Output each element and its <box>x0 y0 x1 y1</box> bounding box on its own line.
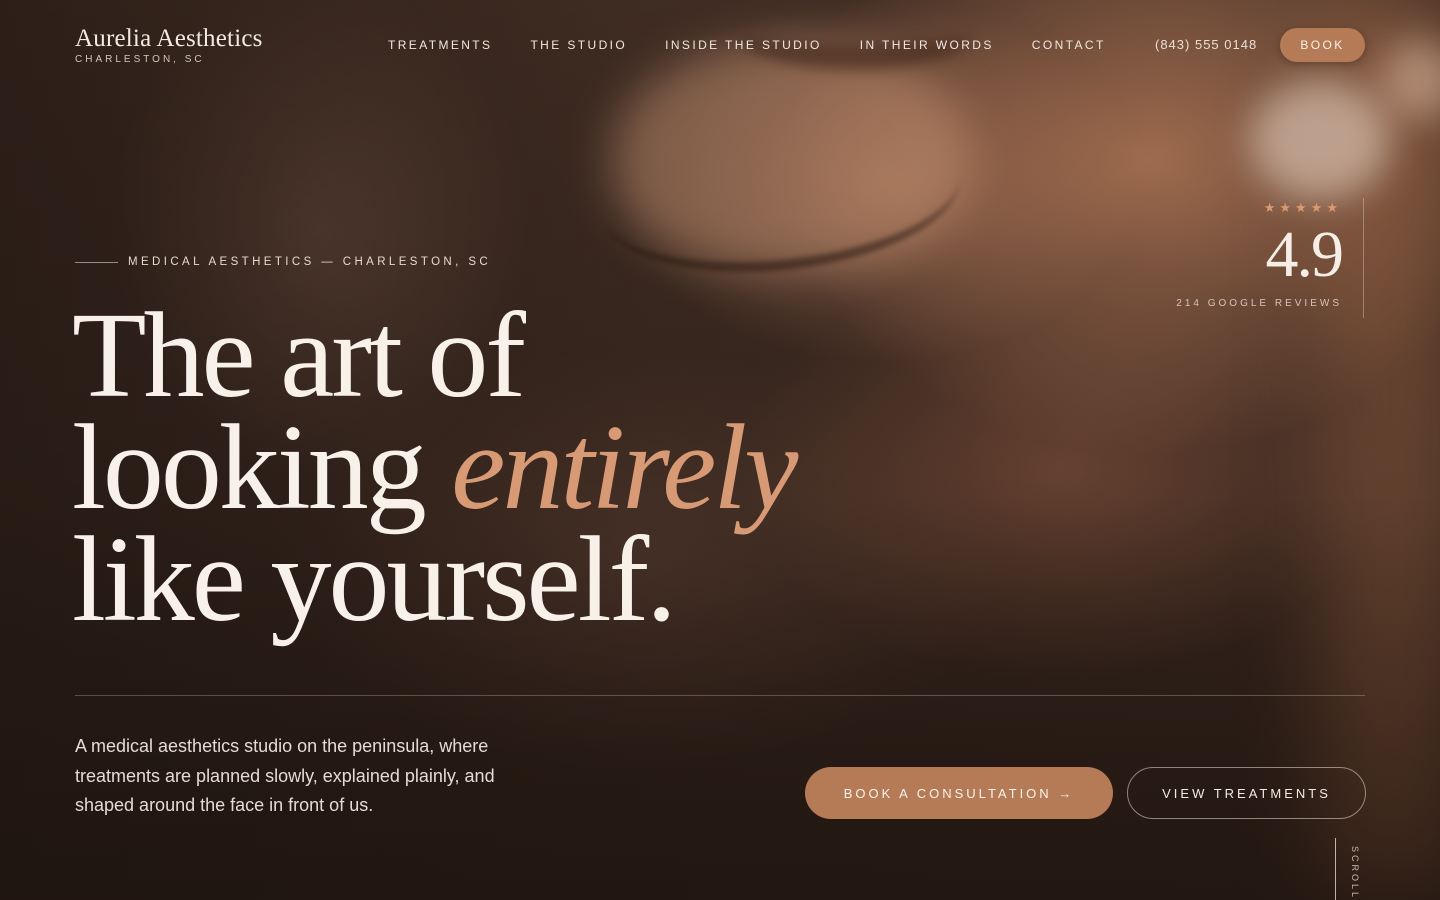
nav-item-contact[interactable]: CONTACT <box>1032 38 1106 52</box>
headline-line-2: looking entirely <box>72 407 972 529</box>
nav-item-treatments[interactable]: TREATMENTS <box>388 38 492 52</box>
hero-divider <box>75 695 1365 696</box>
main-nav: TREATMENTS THE STUDIO INSIDE THE STUDIO … <box>388 38 1106 52</box>
book-consultation-button[interactable]: BOOK A CONSULTATION → <box>805 767 1113 819</box>
hero-headline: The art of looking entirely like yoursel… <box>72 288 972 647</box>
star-rating-icon: ★★★★★ <box>1263 200 1342 215</box>
nav-item-inside-the-studio[interactable]: INSIDE THE STUDIO <box>665 38 822 52</box>
brand-location: CHARLESTON, SC <box>75 54 205 65</box>
view-treatments-button[interactable]: VIEW TREATMENTS <box>1127 767 1366 819</box>
book-button[interactable]: BOOK <box>1280 28 1365 62</box>
headline-line-3: like yourself. <box>72 512 677 647</box>
nav-item-in-their-words[interactable]: IN THEIR WORDS <box>860 38 994 52</box>
hero-eyebrow: MEDICAL AESTHETICS — CHARLESTON, SC <box>75 256 491 268</box>
rating-score: 4.9 <box>1265 218 1344 291</box>
eyebrow-text: MEDICAL AESTHETICS — CHARLESTON, SC <box>128 256 492 268</box>
headline-line-1: The art of <box>72 288 526 423</box>
brand-name: Aurelia Aesthetics <box>75 25 263 52</box>
eyebrow-rule <box>75 261 118 263</box>
hero-lede: A medical aesthetics studio on the penin… <box>75 736 495 815</box>
site-header: Aurelia Aesthetics CHARLESTON, SC TREATM… <box>0 0 1440 90</box>
review-count: 214 GOOGLE REVIEWS <box>1176 298 1342 309</box>
rating-block: ★★★★★ 4.9 214 GOOGLE REVIEWS <box>1176 200 1344 309</box>
scroll-indicator-label[interactable]: SCROLL <box>1350 846 1360 900</box>
phone-number-link[interactable]: (843) 555 0148 <box>1155 37 1257 52</box>
rating-divider <box>1363 198 1364 318</box>
scroll-indicator-line <box>1335 838 1336 900</box>
nav-item-the-studio[interactable]: THE STUDIO <box>530 38 627 52</box>
brand-logo[interactable]: Aurelia Aesthetics CHARLESTON, SC <box>75 25 263 66</box>
